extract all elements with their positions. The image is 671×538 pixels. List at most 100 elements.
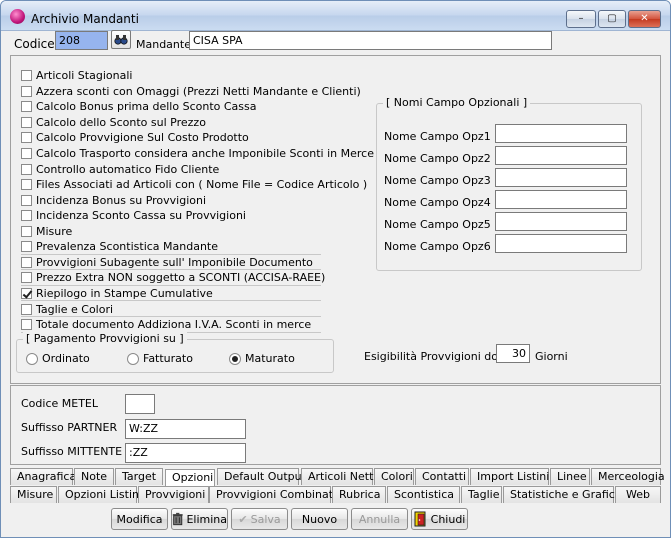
tab-taglie[interactable]: Taglie	[461, 486, 502, 503]
options-panel: Articoli Stagionali Azzera sconti con Oma…	[10, 55, 661, 384]
option-label: Articoli Stagionali	[36, 69, 133, 82]
codice-field[interactable]: 208	[55, 31, 108, 50]
optional-field-label: Nome Campo Opz5	[384, 218, 491, 231]
nuovo-label: Nuovo	[301, 512, 338, 526]
esigibilita-field[interactable]: 30	[496, 344, 530, 363]
tab-anagrafica[interactable]: Anagrafica	[10, 468, 76, 485]
option-row[interactable]: Controllo automatico Fido Cliente	[21, 162, 219, 177]
option-row[interactable]: Files Associati ad Articoli con ( Nome F…	[21, 177, 367, 192]
option-row[interactable]: Calcolo Trasporto considera anche Imponi…	[21, 146, 374, 161]
option-checkbox[interactable]	[21, 85, 32, 97]
option-checkbox[interactable]	[21, 132, 32, 144]
option-checkbox[interactable]	[21, 303, 32, 315]
option-row[interactable]: Prezzo Extra NON soggetto a SCONTI (ACCI…	[21, 271, 325, 286]
tab-articoli-netti[interactable]: Articoli Netti	[301, 468, 376, 485]
tab-provvigioni[interactable]: Provvigioni	[138, 486, 209, 503]
option-row[interactable]: Provvigioni Subagente sull' Imponibile D…	[21, 255, 321, 271]
tab-scontistica[interactable]: Scontistica	[387, 486, 460, 503]
tab-target[interactable]: Target	[115, 468, 163, 485]
option-checkbox[interactable]	[21, 256, 32, 268]
radio-dot[interactable]	[26, 352, 38, 365]
option-row[interactable]: Calcolo Bonus prima dello Sconto Cassa	[21, 99, 256, 114]
mandante-label: Mandante	[136, 38, 191, 51]
option-row[interactable]: Incidenza Bonus su Provvigioni	[21, 193, 206, 208]
optional-field-label: Nome Campo Opz3	[384, 174, 491, 187]
option-label: Calcolo Bonus prima dello Sconto Cassa	[36, 100, 257, 114]
option-row[interactable]: Taglie e Colori	[21, 302, 321, 317]
radio-dot[interactable]	[127, 352, 139, 365]
option-row[interactable]: Incidenza Sconto Cassa su Provvigioni	[21, 208, 246, 223]
option-label: Misure	[36, 225, 73, 238]
optional-field-label: Nome Campo Opz1	[384, 130, 491, 143]
option-checkbox[interactable]	[21, 179, 32, 191]
option-row[interactable]: Articoli Stagionali	[21, 68, 132, 83]
chiudi-button[interactable]: Chiudi	[411, 508, 468, 530]
pagamento-radio-maturato[interactable]: Maturato	[229, 352, 295, 365]
tab-note[interactable]: Note	[74, 468, 114, 485]
pagamento-radio-fatturato[interactable]: Fatturato	[127, 352, 193, 365]
partner-field[interactable]: W:ZZ	[125, 419, 246, 439]
radio-dot[interactable]	[229, 352, 241, 365]
option-row[interactable]: Totale documento Addiziona I.V.A. Sconti…	[21, 318, 321, 333]
option-row[interactable]: Riepilogo in Stampe Cumulative	[21, 286, 321, 302]
option-checkbox[interactable]	[21, 163, 32, 175]
metel-field[interactable]	[125, 394, 155, 414]
modifica-button[interactable]: Modifica	[111, 508, 168, 530]
annulla-button[interactable]: Annulla	[351, 508, 408, 530]
optional-field-input[interactable]	[495, 212, 627, 231]
optional-field-label: Nome Campo Opz4	[384, 196, 491, 209]
nuovo-button[interactable]: Nuovo	[291, 508, 348, 530]
archivio-mandanti-window: Archivio Mandanti – ▢ ✕ Codice 208 Manda…	[0, 0, 671, 538]
lookup-button[interactable]	[111, 30, 131, 49]
option-checkbox[interactable]	[21, 272, 32, 284]
codes-panel: Codice METEL Suffisso PARTNER W:ZZ Suffi…	[10, 385, 661, 465]
option-checkbox[interactable]	[21, 287, 32, 299]
elimina-label: Elimina	[186, 512, 227, 526]
optional-field-input[interactable]	[495, 190, 627, 209]
option-label: Calcolo Trasporto considera anche Imponi…	[36, 147, 374, 160]
tab-opzioni-listini[interactable]: Opzioni Listini	[58, 486, 142, 503]
option-row[interactable]: Azzera sconti con Omaggi (Prezzi Netti M…	[21, 84, 361, 99]
minimize-button[interactable]: –	[566, 10, 596, 28]
option-checkbox[interactable]	[21, 116, 32, 128]
binoculars-icon	[114, 35, 128, 45]
option-checkbox[interactable]	[21, 241, 32, 253]
tab-linee[interactable]: Linee	[550, 468, 590, 485]
option-checkbox[interactable]	[21, 210, 32, 222]
option-checkbox[interactable]	[21, 226, 32, 237]
tab-merceologia[interactable]: Merceologia	[591, 468, 665, 485]
maximize-button[interactable]: ▢	[598, 10, 626, 28]
esigibilita-unit: Giorni	[535, 350, 568, 363]
title-bar[interactable]: Archivio Mandanti – ▢ ✕	[1, 1, 670, 31]
optional-field-input[interactable]	[495, 146, 627, 165]
radio-label: Fatturato	[143, 352, 193, 365]
tab-web[interactable]: Web	[615, 486, 661, 503]
option-checkbox[interactable]	[21, 70, 32, 81]
tab-colori[interactable]: Colori	[374, 468, 414, 485]
optional-field-input[interactable]	[495, 124, 627, 143]
tab-provvigioni-combinate[interactable]: Provvigioni Combinate	[209, 486, 340, 503]
option-checkbox[interactable]	[21, 101, 32, 113]
option-row[interactable]: Calcolo dello Sconto sul Prezzo	[21, 115, 206, 130]
tab-opzioni[interactable]: Opzioni	[165, 469, 215, 487]
close-window-button[interactable]: ✕	[628, 10, 661, 28]
elimina-button[interactable]: Elimina	[171, 508, 228, 530]
option-row[interactable]: Misure	[21, 224, 72, 239]
option-row[interactable]: Calcolo Provvigione Sul Costo Prodotto	[21, 130, 249, 145]
pagamento-radio-ordinato[interactable]: Ordinato	[26, 352, 90, 365]
option-row[interactable]: Prevalenza Scontistica Mandante	[21, 240, 321, 255]
tab-contatti[interactable]: Contatti	[415, 468, 469, 485]
optional-field-input[interactable]	[495, 168, 627, 187]
mittente-field[interactable]: :ZZ	[125, 443, 246, 463]
option-checkbox[interactable]	[21, 319, 32, 331]
mandante-field[interactable]: CISA SPA	[189, 31, 552, 50]
salva-button[interactable]: ✔ Salva	[231, 508, 288, 530]
tab-import-listini[interactable]: Import Listini	[470, 468, 549, 485]
option-checkbox[interactable]	[21, 194, 32, 206]
optional-field-input[interactable]	[495, 234, 627, 253]
tab-default-output[interactable]: Default Output	[217, 468, 306, 485]
tab-rubrica[interactable]: Rubrica	[332, 486, 386, 503]
tab-misure[interactable]: Misure	[10, 486, 57, 503]
tab-statistiche-e-grafici[interactable]: Statistiche e Grafici	[503, 486, 618, 503]
option-checkbox[interactable]	[21, 148, 32, 159]
